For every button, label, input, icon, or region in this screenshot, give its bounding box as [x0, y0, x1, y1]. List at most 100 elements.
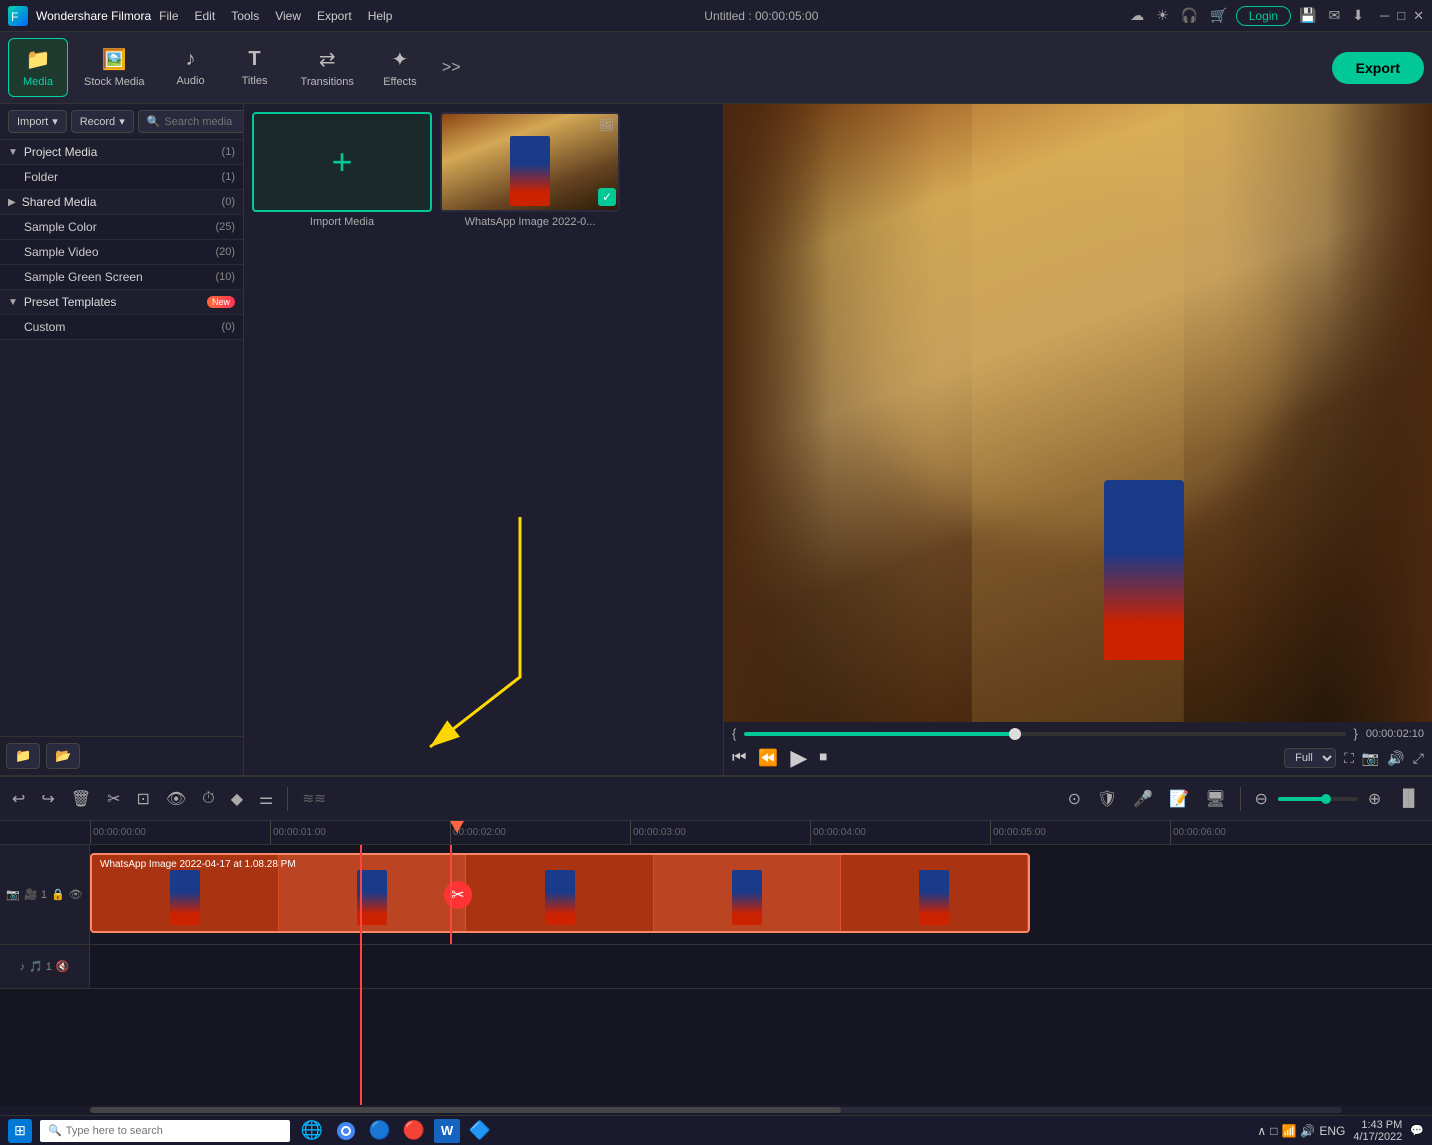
subtitle-icon[interactable]: 📝 — [1165, 785, 1193, 813]
toolbar-transitions[interactable]: ⇄ Transitions — [289, 39, 366, 96]
mic-icon[interactable]: 🎤 — [1129, 785, 1157, 813]
tree-shared-media[interactable]: ▶ Shared Media (0) — [0, 190, 243, 215]
tree-preset-templates[interactable]: ▼ Preset Templates New — [0, 290, 243, 315]
timeline-scrollbar[interactable] — [0, 1105, 1432, 1115]
menu-export[interactable]: Export — [317, 9, 352, 23]
scroll-thumb[interactable] — [90, 1107, 841, 1113]
taskbar-right: ∧ □ 📶 🔊 ENG 1:43 PM 4/17/2022 💬 — [1257, 1119, 1424, 1143]
maximize-button[interactable]: □ — [1397, 8, 1405, 24]
tree-project-media[interactable]: ▼ Project Media (1) — [0, 140, 243, 165]
menu-tools[interactable]: Tools — [231, 9, 259, 23]
taskbar-opera[interactable]: 🔴 — [400, 1118, 428, 1144]
tree-folder[interactable]: Folder (1) — [0, 165, 243, 190]
tree-sample-green-screen[interactable]: Sample Green Screen (10) — [0, 265, 243, 290]
snapshot-icon[interactable]: 📷 — [1362, 750, 1379, 767]
cut-button[interactable]: ✂ — [103, 785, 124, 813]
taskbar-search-input[interactable] — [66, 1125, 282, 1137]
titles-label: Titles — [242, 75, 268, 87]
open-folder-button[interactable]: 📂 — [46, 743, 80, 769]
tray-volume-icon[interactable]: 🔊 — [1300, 1124, 1315, 1138]
progress-bar[interactable] — [744, 732, 1345, 736]
stop-button[interactable]: ⏹ — [819, 749, 827, 767]
login-button[interactable]: Login — [1236, 6, 1291, 26]
menu-edit[interactable]: Edit — [195, 9, 216, 23]
bracket-left-icon[interactable]: { — [732, 726, 736, 741]
search-box: 🔍 — [138, 110, 244, 133]
tray-network-icon[interactable]: □ — [1270, 1124, 1277, 1138]
volume-icon[interactable]: 🔊 — [1387, 750, 1404, 767]
pip-icon[interactable]: ⤢ — [1413, 750, 1424, 767]
toolbar-audio[interactable]: ♪ Audio — [161, 40, 221, 95]
titlebar-left: F Wondershare Filmora File Edit Tools Vi… — [8, 6, 392, 26]
tree-sample-video[interactable]: Sample Video (20) — [0, 240, 243, 265]
mask-icon[interactable]: 🛡 — [1093, 785, 1121, 813]
track-eye-icon[interactable]: 👁 — [69, 888, 83, 901]
notification-icon[interactable]: 💬 — [1410, 1124, 1424, 1137]
mail-icon[interactable]: ✉ — [1329, 7, 1341, 24]
add-folder-button[interactable]: 📁 — [6, 743, 40, 769]
tray-up-icon[interactable]: ∧ — [1257, 1124, 1266, 1138]
trim-start[interactable]: { — [732, 726, 736, 741]
progress-bar-wrap: { } 00:00:02:10 — [732, 726, 1424, 741]
pip-timeline-icon[interactable]: 🖥 — [1201, 785, 1229, 813]
redo-button[interactable]: ↪ — [37, 785, 58, 813]
quality-select[interactable]: Full 1/2 1/4 — [1284, 748, 1336, 768]
waveform-button[interactable]: ≋≋ — [298, 786, 329, 811]
taskbar-chrome[interactable] — [332, 1118, 360, 1144]
skip-back-button[interactable]: ⏮ — [732, 749, 746, 767]
taskbar-app-6[interactable]: 🔷 — [466, 1118, 494, 1144]
play-button[interactable]: ▶ — [790, 745, 807, 771]
export-button[interactable]: Export — [1332, 52, 1424, 84]
toolbar-effects[interactable]: ✦ Effects — [370, 39, 430, 96]
sun-icon[interactable]: ☀ — [1156, 7, 1169, 24]
video-clip[interactable]: WhatsApp Image 2022-04-17 at 1.08.28 PM — [90, 853, 1030, 933]
toolbar-stock-media[interactable]: 🖼️ Stock Media — [72, 39, 157, 96]
menu-file[interactable]: File — [159, 9, 178, 23]
toolbar-media[interactable]: 📁 Media — [8, 38, 68, 97]
tree-sample-color[interactable]: Sample Color (25) — [0, 215, 243, 240]
track-lock-icon[interactable]: 🔒 — [51, 888, 65, 901]
zoom-in-button[interactable]: ⊕ — [1364, 785, 1385, 813]
tray-wifi-icon[interactable]: 📶 — [1281, 1124, 1296, 1138]
toolbar-more-button[interactable]: >> — [434, 51, 469, 85]
headphone-icon[interactable]: 🎧 — [1181, 7, 1198, 24]
step-back-button[interactable]: ⏪ — [758, 748, 778, 768]
download-icon[interactable]: ⬇ — [1352, 7, 1364, 24]
crop-button[interactable]: ⊡ — [133, 785, 154, 813]
toolbar-titles[interactable]: T Titles — [225, 40, 285, 95]
search-input[interactable] — [164, 116, 244, 128]
cloud-icon[interactable]: ☁ — [1130, 7, 1144, 24]
sidebar-header-left: Import ▾ Record ▾ — [8, 110, 134, 133]
scissors-icon[interactable]: ✂ — [444, 881, 472, 909]
window-icons: 💾 ✉ ⬇ — [1299, 7, 1364, 24]
keyframe-button[interactable]: ◆ — [227, 785, 247, 813]
menu-help[interactable]: Help — [368, 9, 393, 23]
close-button[interactable]: ✕ — [1413, 8, 1424, 24]
equalizer-button[interactable]: ⚌ — [255, 785, 277, 813]
trim-end[interactable]: } — [1354, 726, 1358, 741]
tree-custom[interactable]: Custom (0) — [0, 315, 243, 340]
zoom-slider[interactable] — [1278, 797, 1358, 801]
blend-icon[interactable]: ⊙ — [1064, 785, 1085, 813]
zoom-out-button[interactable]: ⊖ — [1251, 785, 1272, 813]
media-item-whatsapp[interactable]: 🖼 ✓ WhatsApp Image 2022-0... — [440, 112, 620, 228]
record-button[interactable]: Record ▾ — [71, 110, 134, 133]
taskbar-edge[interactable]: 🔵 — [366, 1118, 394, 1144]
menu-view[interactable]: View — [275, 9, 301, 23]
import-button[interactable]: Import ▾ — [8, 110, 67, 133]
motion-button[interactable]: 👁 — [162, 785, 190, 813]
taskbar-ie[interactable]: 🌐 — [298, 1118, 326, 1144]
minimize-button[interactable]: ─ — [1380, 8, 1389, 24]
speed-button[interactable]: ⏱ — [198, 786, 218, 812]
audio-mute-icon[interactable]: 🔇 — [56, 960, 70, 973]
start-button[interactable]: ⊞ — [8, 1119, 32, 1143]
delete-button[interactable]: 🗑 — [67, 785, 95, 813]
save-icon[interactable]: 💾 — [1299, 7, 1316, 24]
snap-icon[interactable]: ▐▌ — [1393, 786, 1424, 812]
import-media-box[interactable]: + Import Media — [252, 112, 432, 228]
fullscreen-icon[interactable]: ⛶ — [1344, 750, 1354, 767]
bracket-right-icon[interactable]: } — [1354, 726, 1358, 741]
undo-button[interactable]: ↩ — [8, 785, 29, 813]
cart-icon[interactable]: 🛒 — [1210, 7, 1227, 24]
taskbar-word[interactable]: W — [434, 1119, 460, 1143]
